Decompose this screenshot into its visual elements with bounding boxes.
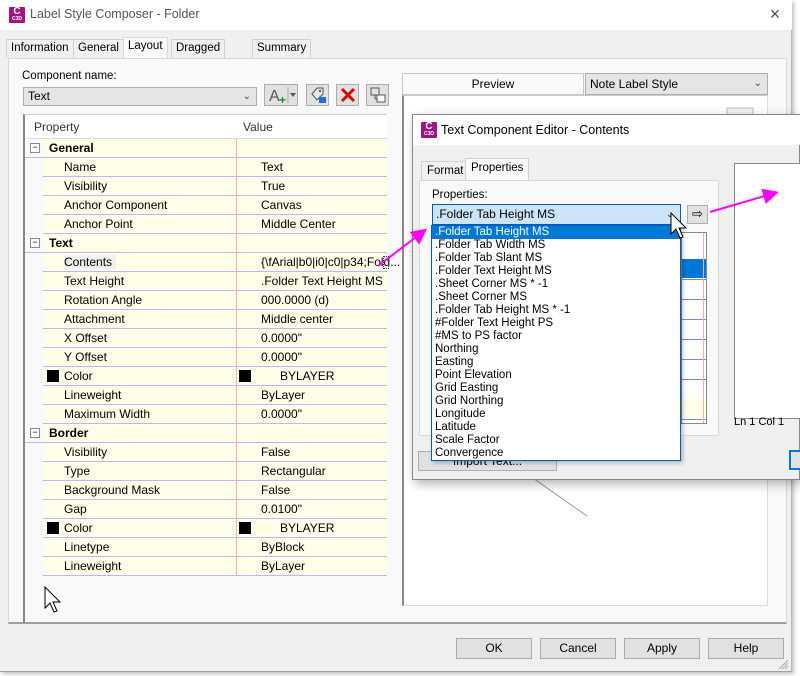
contents-value[interactable]: {\fArial|b0|i0|c0|p34;Fold... <box>261 255 400 269</box>
label-style-select[interactable]: Note Label Style ⌄ <box>585 73 768 95</box>
draw-order-button[interactable] <box>366 84 389 106</box>
dropdown-option[interactable]: Longitude <box>432 408 680 421</box>
table-row[interactable]: Type Rectangular <box>43 462 387 481</box>
collapse-icon[interactable]: − <box>30 428 40 438</box>
tab-summary[interactable]: Summary <box>252 39 312 58</box>
table-row[interactable]: Attachment Middle center <box>43 310 387 329</box>
tab-properties[interactable]: Properties <box>465 158 530 181</box>
close-icon[interactable]: × <box>764 4 786 26</box>
apply-button[interactable]: Apply <box>624 638 700 659</box>
table-row[interactable]: Visibility True <box>43 177 387 196</box>
cursor-position-status: Ln 1 Col 1 <box>734 416 785 428</box>
svg-text:+: + <box>279 93 286 105</box>
dropdown-option[interactable]: .Folder Tab Height MS * -1 <box>432 304 680 317</box>
chevron-down-icon: ⌄ <box>665 209 674 220</box>
table-row[interactable]: Lineweight ByLayer <box>43 386 387 405</box>
collapse-icon[interactable]: − <box>30 238 40 248</box>
table-row[interactable]: Linetype ByBlock <box>43 538 387 557</box>
table-row-contents[interactable]: Contents {\fArial|b0|i0|c0|p34;Fold... <box>43 253 400 272</box>
table-row[interactable]: Name Text <box>43 158 387 177</box>
dropdown-option[interactable]: Latitude <box>432 421 680 434</box>
tag-copy-icon <box>310 87 326 103</box>
collapse-icon[interactable]: − <box>30 143 40 153</box>
dropdown-option[interactable]: .Folder Tab Width MS <box>432 239 680 252</box>
dropdown-option[interactable]: #Folder Text Height PS <box>432 317 680 330</box>
color-swatch <box>239 370 251 382</box>
resize-grip-icon[interactable] <box>777 658 789 670</box>
dropdown-option[interactable]: .Folder Tab Slant MS <box>432 252 680 265</box>
table-row[interactable]: Visibility False <box>43 443 387 462</box>
dropdown-option[interactable]: Grid Easting <box>432 382 680 395</box>
insert-property-button[interactable]: ⇨ <box>687 205 708 224</box>
table-row[interactable]: Rotation Angle 000.0000 (d) <box>43 291 387 310</box>
color-swatch <box>47 522 59 534</box>
table-row[interactable]: X Offset 0.0000" <box>43 329 387 348</box>
ellipsis-button[interactable] <box>383 256 389 269</box>
dropdown-option[interactable]: Northing <box>432 343 680 356</box>
dropdown-option[interactable]: Scale Factor <box>432 434 680 447</box>
component-name-label: Component name: <box>22 70 117 82</box>
tab-information[interactable]: Information <box>6 39 74 58</box>
column-header-property: Property <box>34 120 80 134</box>
table-row[interactable]: Anchor Component Canvas <box>43 196 387 215</box>
civil3d-app-icon: C C3D <box>9 7 25 23</box>
dropdown-option[interactable]: Convergence <box>432 447 680 460</box>
table-row[interactable]: Maximum Width 0.0000" <box>43 405 387 424</box>
dropdown-option[interactable]: .Folder Tab Height MS <box>432 226 680 239</box>
section-border[interactable]: − Border <box>25 424 387 443</box>
preview-tab[interactable]: Preview <box>402 73 584 95</box>
civil3d-app-icon: C C3D <box>421 122 437 138</box>
sub-title-bar: C C3D Text Component Editor - Contents <box>413 115 800 145</box>
dropdown-option[interactable]: #MS to PS factor <box>432 330 680 343</box>
section-text[interactable]: − Text <box>25 234 387 253</box>
properties-dropdown-list[interactable]: .Folder Tab Height MS .Folder Tab Width M… <box>431 225 681 461</box>
window-title: Label Style Composer - Folder <box>30 7 200 21</box>
properties-select[interactable]: .Folder Tab Height MS ⌄ <box>432 204 681 225</box>
chevron-down-icon: ⌄ <box>753 78 762 89</box>
add-text-component-icon: A + <box>269 87 296 107</box>
chevron-down-icon: ⌄ <box>242 91 251 102</box>
ok-button[interactable]: OK <box>456 638 532 659</box>
title-bar: C C3D Label Style Composer - Folder × <box>0 0 792 30</box>
table-row[interactable]: Anchor Point Middle Center <box>43 215 387 234</box>
draw-order-icon <box>370 87 385 103</box>
column-header-value: Value <box>243 120 273 134</box>
text-editor-area[interactable] <box>734 163 800 419</box>
table-row[interactable]: Color BYLAYER <box>43 367 387 386</box>
table-row[interactable]: Gap 0.0100" <box>43 500 387 519</box>
sub-ok-button[interactable] <box>789 450 800 470</box>
dropdown-option[interactable]: .Sheet Corner MS * -1 <box>432 278 680 291</box>
add-component-button[interactable]: A + <box>264 84 298 107</box>
tab-dragged-state[interactable]: Dragged State <box>171 39 226 71</box>
delete-component-button[interactable] <box>336 84 359 106</box>
cancel-button[interactable]: Cancel <box>540 638 616 659</box>
grid-header: Property Value <box>25 115 387 139</box>
component-name-select[interactable]: Text ⌄ <box>23 87 257 106</box>
dropdown-option[interactable]: Easting <box>432 356 680 369</box>
dropdown-option[interactable]: .Sheet Corner MS <box>432 291 680 304</box>
dropdown-option[interactable]: .Folder Text Height MS <box>432 265 680 278</box>
section-general[interactable]: − General <box>25 139 387 158</box>
color-swatch <box>47 370 59 382</box>
tab-format[interactable]: Format <box>421 161 470 181</box>
property-grid: Property Value − General Name Text Visibi… <box>23 114 400 622</box>
table-row[interactable]: Lineweight ByLayer <box>43 557 387 576</box>
color-swatch <box>239 522 251 534</box>
property-settings-list[interactable] <box>681 232 707 424</box>
properties-label: Properties: <box>432 189 488 201</box>
tab-layout[interactable]: Layout <box>123 37 168 59</box>
table-row[interactable]: Y Offset 0.0000" <box>43 348 387 367</box>
help-button[interactable]: Help <box>708 638 784 659</box>
dropdown-option[interactable]: Point Elevation <box>432 369 680 382</box>
component-name-value: Text <box>28 89 51 103</box>
table-row[interactable]: Background Mask False <box>43 481 387 500</box>
copy-component-button[interactable] <box>306 84 329 106</box>
delete-x-icon <box>340 87 355 103</box>
table-row[interactable]: Text Height .Folder Text Height MS <box>43 272 387 291</box>
dropdown-option[interactable]: Grid Northing <box>432 395 680 408</box>
arrow-right-icon: ⇨ <box>692 206 703 221</box>
tab-general[interactable]: General <box>73 39 124 58</box>
table-row[interactable]: Color BYLAYER <box>43 519 387 538</box>
sub-dialog-title: Text Component Editor - Contents <box>441 123 630 137</box>
